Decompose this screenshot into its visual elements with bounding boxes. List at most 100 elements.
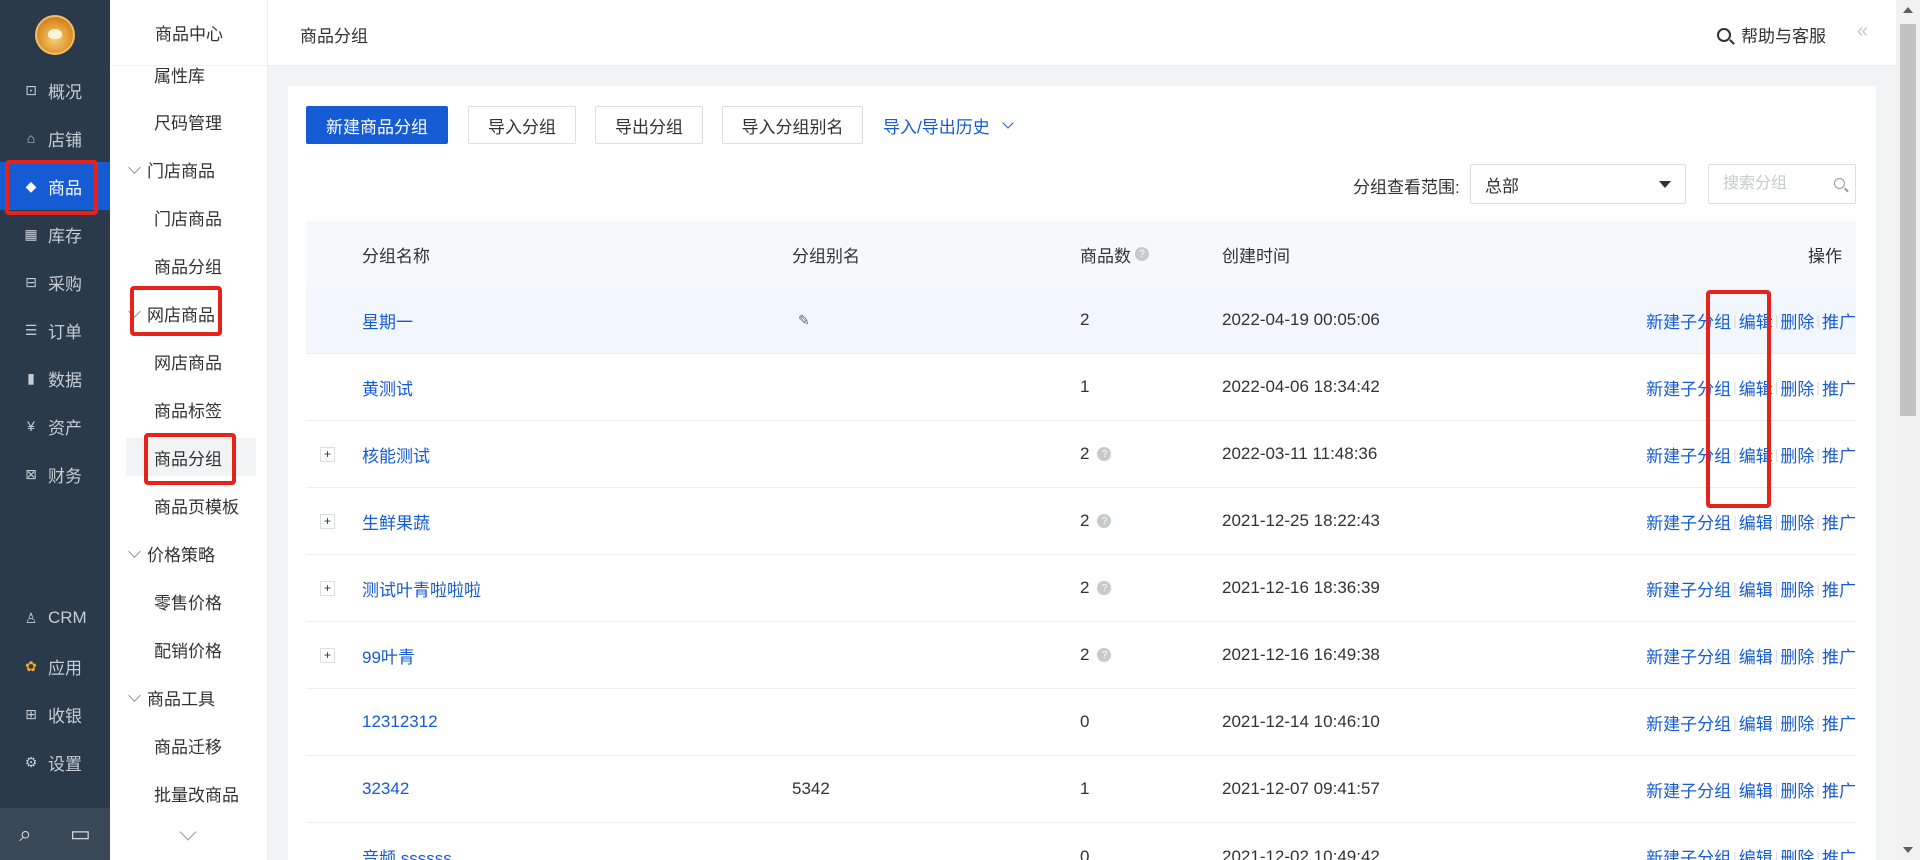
nav-item-finance[interactable]: ⊠ 财务 — [0, 450, 110, 498]
delete-link[interactable]: 删除 — [1780, 509, 1814, 534]
sub-item-store-goods-category[interactable]: 商品分组 — [126, 246, 256, 284]
group-name-link[interactable]: 生鲜果蔬 — [362, 509, 430, 534]
delete-link[interactable]: 删除 — [1780, 375, 1814, 400]
sub-item-goods-category[interactable]: 商品分组 — [126, 438, 256, 476]
expand-plus-icon[interactable]: + — [320, 447, 335, 462]
promote-link[interactable]: 推广 — [1822, 509, 1856, 534]
edit-link[interactable]: 编辑 — [1739, 643, 1773, 668]
nav-item-store[interactable]: ⌂ 店铺 — [0, 114, 110, 162]
group-name-link[interactable]: 黄测试 — [362, 375, 413, 400]
help-icon[interactable]: ? — [1097, 581, 1112, 595]
chevron-down-icon[interactable] — [179, 823, 197, 841]
group-name-link[interactable]: 测试叶青啦啦啦 — [362, 576, 481, 601]
expand-plus-icon[interactable]: + — [320, 648, 335, 663]
export-group-button[interactable]: 导出分组 — [595, 106, 703, 144]
nav-item-inventory[interactable]: ▦ 库存 — [0, 210, 110, 258]
nav-item-data[interactable]: ▮ 数据 — [0, 354, 110, 402]
collapse-icon[interactable]: « — [1857, 20, 1868, 43]
scope-select[interactable]: 总部 — [1470, 164, 1686, 204]
group-name-link[interactable]: 音频 ssssss — [362, 844, 452, 860]
sub-item-goods-migrate[interactable]: 商品迁移 — [126, 726, 256, 764]
promote-link[interactable]: 推广 — [1822, 777, 1856, 802]
new-child-link[interactable]: 新建子分组 — [1646, 643, 1731, 668]
scrollbar-thumb[interactable] — [1900, 24, 1916, 416]
sub-group-price-strategy[interactable]: 价格策略 — [126, 534, 215, 572]
promote-link[interactable]: 推广 — [1822, 442, 1856, 467]
new-child-link[interactable]: 新建子分组 — [1646, 442, 1731, 467]
edit-link[interactable]: 编辑 — [1739, 710, 1773, 735]
edit-link[interactable]: 编辑 — [1739, 308, 1773, 333]
sub-group-store-goods[interactable]: 门店商品 — [126, 150, 215, 188]
nav-item-goods[interactable]: ◆ 商品 — [0, 162, 110, 210]
import-group-button[interactable]: 导入分组 — [468, 106, 576, 144]
help-icon[interactable]: ? — [1097, 648, 1112, 662]
search-icon[interactable] — [1834, 178, 1845, 189]
edit-link[interactable]: 编辑 — [1739, 442, 1773, 467]
sub-item-store-goods[interactable]: 门店商品 — [126, 198, 256, 236]
scroll-up-arrow-icon[interactable] — [1903, 7, 1913, 13]
nav-item-cashier[interactable]: ⊞ 收银 — [0, 690, 110, 738]
promote-link[interactable]: 推广 — [1822, 576, 1856, 601]
sub-group-online-goods[interactable]: 网店商品 — [126, 294, 215, 332]
nav-item-apps[interactable]: ✿ 应用 — [0, 642, 110, 690]
sub-item-page-template[interactable]: 商品页模板 — [126, 486, 256, 524]
promote-link[interactable]: 推广 — [1822, 710, 1856, 735]
expand-plus-icon[interactable]: + — [320, 581, 335, 596]
group-name-link[interactable]: 32342 — [362, 779, 409, 799]
nav-item-assets[interactable]: ¥ 资产 — [0, 402, 110, 450]
import-alias-button[interactable]: 导入分组别名 — [722, 106, 863, 144]
group-name-link[interactable]: 星期一 — [362, 308, 413, 333]
help-link[interactable]: 帮助与客服 — [1717, 22, 1826, 47]
help-icon[interactable]: ? — [1135, 247, 1149, 261]
pencil-icon[interactable]: ✎ — [798, 312, 810, 329]
delete-link[interactable]: 删除 — [1780, 442, 1814, 467]
history-dropdown[interactable]: 导入/导出历史 — [883, 106, 1014, 144]
sub-item-retail-price[interactable]: 零售价格 — [126, 582, 256, 620]
delete-link[interactable]: 删除 — [1780, 710, 1814, 735]
group-name-link[interactable]: 12312312 — [362, 712, 438, 732]
edit-link[interactable]: 编辑 — [1739, 844, 1773, 860]
promote-link[interactable]: 推广 — [1822, 844, 1856, 860]
new-child-link[interactable]: 新建子分组 — [1646, 308, 1731, 333]
delete-link[interactable]: 删除 — [1780, 308, 1814, 333]
delete-link[interactable]: 删除 — [1780, 643, 1814, 668]
search-icon[interactable]: ⌕ — [19, 821, 31, 847]
page-scrollbar[interactable] — [1896, 0, 1920, 860]
delete-link[interactable]: 删除 — [1780, 844, 1814, 860]
scroll-down-arrow-icon[interactable] — [1903, 847, 1913, 853]
sub-group-goods-tools[interactable]: 商品工具 — [126, 678, 215, 716]
edit-link[interactable]: 编辑 — [1739, 375, 1773, 400]
edit-link[interactable]: 编辑 — [1739, 777, 1773, 802]
edit-link[interactable]: 编辑 — [1739, 509, 1773, 534]
promote-link[interactable]: 推广 — [1822, 643, 1856, 668]
promote-link[interactable]: 推广 — [1822, 375, 1856, 400]
chat-icon[interactable]: ▭ — [70, 821, 91, 847]
delete-link[interactable]: 删除 — [1780, 777, 1814, 802]
new-child-link[interactable]: 新建子分组 — [1646, 844, 1731, 860]
sub-item-goods-tags[interactable]: 商品标签 — [126, 390, 256, 428]
store-avatar[interactable] — [35, 15, 75, 55]
new-child-link[interactable]: 新建子分组 — [1646, 375, 1731, 400]
help-icon[interactable]: ? — [1097, 447, 1112, 461]
nav-item-settings[interactable]: ⚙ 设置 — [0, 738, 110, 786]
expand-plus-icon[interactable]: + — [320, 514, 335, 529]
nav-item-crm[interactable]: ♙ CRM — [0, 594, 110, 642]
nav-item-purchase[interactable]: ⊟ 采购 — [0, 258, 110, 306]
sub-item-dist-price[interactable]: 配销价格 — [126, 630, 256, 668]
delete-link[interactable]: 删除 — [1780, 576, 1814, 601]
new-child-link[interactable]: 新建子分组 — [1646, 777, 1731, 802]
promote-link[interactable]: 推广 — [1822, 308, 1856, 333]
sub-item-online-goods[interactable]: 网店商品 — [126, 342, 256, 380]
sub-item-batch-edit[interactable]: 批量改商品 — [126, 774, 256, 812]
new-group-button[interactable]: 新建商品分组 — [306, 106, 448, 144]
help-icon[interactable]: ? — [1097, 514, 1112, 528]
new-child-link[interactable]: 新建子分组 — [1646, 710, 1731, 735]
new-child-link[interactable]: 新建子分组 — [1646, 509, 1731, 534]
nav-item-orders[interactable]: ☰ 订单 — [0, 306, 110, 354]
edit-link[interactable]: 编辑 — [1739, 576, 1773, 601]
sub-item-size-mgmt[interactable]: 尺码管理 — [126, 102, 256, 140]
new-child-link[interactable]: 新建子分组 — [1646, 576, 1731, 601]
group-name-link[interactable]: 核能测试 — [362, 442, 430, 467]
group-name-link[interactable]: 99叶青 — [362, 643, 415, 668]
nav-item-overview[interactable]: ⊡ 概况 — [0, 66, 110, 114]
